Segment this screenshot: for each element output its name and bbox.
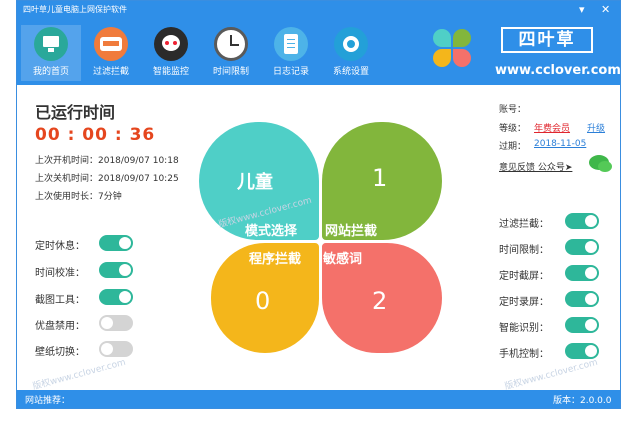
option-label: 定时截屏：	[499, 271, 549, 282]
logo-petal	[453, 49, 471, 67]
nav-settings[interactable]: 系统设置	[321, 25, 381, 81]
gear-icon	[334, 27, 368, 61]
clipboard-icon	[274, 27, 308, 61]
expire-label: 过期：	[499, 142, 527, 152]
watermark: 版权www.cclover.com	[31, 357, 127, 393]
toggle-time-calibration[interactable]	[99, 262, 133, 278]
label-program-block[interactable]: 程序拦截	[249, 248, 301, 267]
toggle-filter-block[interactable]	[565, 213, 599, 229]
toggle-screenshot-tool[interactable]	[99, 289, 133, 305]
logo-site: www.cclover.com	[495, 63, 621, 78]
option-label: 时间限制：	[499, 245, 549, 256]
level-label: 等级：	[499, 124, 527, 134]
feedback-link[interactable]: 意见反馈 公众号➤	[499, 160, 572, 173]
account-label: 账号：	[499, 105, 527, 115]
clock-icon	[214, 27, 248, 61]
level-value-link[interactable]: 年费会员	[534, 121, 570, 134]
leaf-web-count: 1	[372, 164, 388, 192]
option-label: 定时休息：	[35, 241, 85, 252]
toggle-smart-recognition[interactable]	[565, 317, 599, 333]
version-label: 版本：2.0.0.0	[553, 396, 612, 406]
header-bar: 四叶草儿童电脑上网保护软件 ▾ ✕ 我的首页 过滤拦截 智能监控 时间限制 日志…	[17, 1, 621, 85]
option-label: 截图工具：	[35, 295, 85, 306]
window-title: 四叶草儿童电脑上网保护软件	[23, 5, 127, 14]
nav-label: 智能监控	[152, 67, 189, 77]
footer-bar: 网站推荐： 版本：2.0.0.0	[17, 390, 620, 408]
toggle-scheduled-screenshot[interactable]	[565, 265, 599, 281]
last-off-time: 上次关机时间：2018/09/07 10:25	[35, 174, 179, 184]
toggle-usb-disable[interactable]	[99, 315, 133, 331]
app-window: 四叶草儿童电脑上网保护软件 ▾ ✕ 我的首页 过滤拦截 智能监控 时间限制 日志…	[16, 0, 621, 409]
toggle-scheduled-rest[interactable]	[99, 235, 133, 251]
nav-logs[interactable]: 日志记录	[261, 25, 321, 81]
option-label: 壁纸切换：	[35, 347, 85, 358]
leaf-mode-text: 儿童	[237, 172, 273, 193]
nav-label: 过滤拦截	[92, 67, 129, 77]
label-web-block[interactable]: 网站拦截	[325, 220, 377, 239]
label-sensitive-words[interactable]: 敏感词	[323, 248, 362, 267]
logo-petal	[433, 29, 451, 47]
close-icon[interactable]: ✕	[601, 3, 610, 16]
toggle-time-limit[interactable]	[565, 239, 599, 255]
leaf-sensitive-count: 2	[372, 287, 388, 315]
option-label: 时间校准：	[35, 268, 85, 279]
wechat-icon[interactable]	[589, 155, 612, 172]
runtime-timer: 00 : 00 : 36	[35, 125, 156, 145]
cat-icon	[154, 27, 188, 61]
nav-filter[interactable]: 过滤拦截	[81, 25, 141, 81]
expire-date: 2018-11-05	[534, 139, 587, 149]
logo-petal	[433, 49, 451, 67]
nav-label: 系统设置	[332, 67, 369, 77]
nav-label: 时间限制	[212, 67, 249, 77]
option-label: 过滤拦截：	[499, 219, 549, 230]
logo-petal	[453, 29, 471, 47]
monitor-icon	[34, 27, 68, 61]
watermark: 版权www.cclover.com	[503, 357, 599, 393]
option-label: 智能识别：	[499, 323, 549, 334]
nav-label: 我的首页	[32, 67, 69, 77]
label-mode-select[interactable]: 模式选择	[245, 220, 297, 239]
site-recommend-label: 网站推荐：	[25, 396, 71, 406]
leaf-program-count: 0	[255, 287, 271, 315]
toggle-scheduled-recording[interactable]	[565, 291, 599, 307]
option-label: 手机控制：	[499, 349, 549, 360]
upgrade-link[interactable]: 升级	[587, 121, 605, 134]
option-label: 定时录屏：	[499, 297, 549, 308]
menu-icon[interactable]: ▾	[579, 3, 585, 16]
shield-icon	[94, 27, 128, 61]
option-label: 优盘禁用：	[35, 321, 85, 332]
nav-time-limit[interactable]: 时间限制	[201, 25, 261, 81]
nav-home[interactable]: 我的首页	[21, 25, 81, 81]
runtime-title: 已运行时间	[35, 103, 116, 122]
logo: 四叶草 www.cclover.com	[431, 23, 621, 83]
logo-brand: 四叶草	[501, 27, 593, 53]
nav-monitor[interactable]: 智能监控	[141, 25, 201, 81]
nav-label: 日志记录	[272, 67, 309, 77]
last-duration: 上次使用时长：7分钟	[35, 192, 122, 202]
last-on-time: 上次开机时间：2018/09/07 10:18	[35, 156, 179, 166]
toggle-wallpaper-switch[interactable]	[99, 341, 133, 357]
